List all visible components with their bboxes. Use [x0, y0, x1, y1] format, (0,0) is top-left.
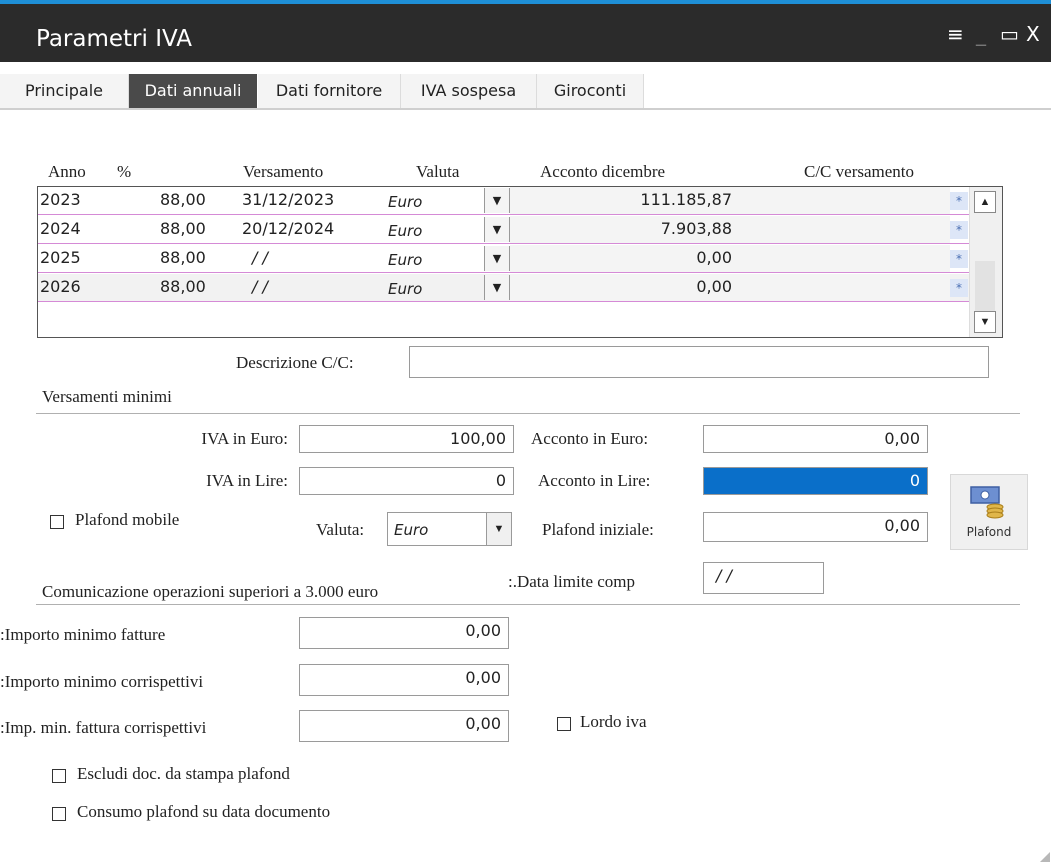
grid-scrollbar[interactable]: ▲ ▼	[969, 187, 1002, 337]
iva-lire-label: IVA in Lire:	[206, 471, 288, 490]
valuta-select[interactable]: Euro ▼	[387, 512, 512, 546]
menu-icon[interactable]: ≡	[947, 24, 964, 44]
col-header-valuta: Valuta	[416, 162, 460, 181]
importo-corrispettivi-input[interactable]: 0,00	[299, 664, 509, 696]
consumo-label: Consumo plafond su data documento	[77, 802, 331, 821]
tab-dati-fornitore[interactable]: Dati fornitore	[258, 74, 401, 108]
tab-iva-sospesa[interactable]: IVA sospesa	[401, 74, 537, 108]
acconto-euro-label: Acconto in Euro:	[531, 429, 649, 448]
chevron-down-icon[interactable]: ▼	[484, 246, 510, 271]
valuta-label: Valuta:	[316, 520, 365, 539]
col-header-acconto: Acconto dicembre	[540, 162, 666, 181]
cell-anno[interactable]: 2024	[40, 219, 81, 238]
tab-principale[interactable]: Principale	[0, 74, 129, 108]
imp-fattura-corr-input[interactable]: 0,00	[299, 710, 509, 742]
plafond-iniziale-label: Plafond iniziale:	[542, 520, 654, 539]
table-row[interactable]: 2025 88,00 / / Euro ▼ 0,00 *	[38, 245, 970, 273]
section-comunicazione: Comunicazione operazioni superiori a 3.0…	[42, 582, 379, 601]
lordo-iva-checkbox[interactable]	[557, 717, 571, 731]
window-titlebar[interactable]: Parametri IVA ≡ _ ▭ X	[0, 4, 1051, 62]
chevron-down-icon[interactable]: ▼	[484, 217, 510, 242]
importo-fatture-input[interactable]: 0,00	[299, 617, 509, 649]
imp-fattura-corr-label: Imp. min. fattura corrispettivi:	[0, 718, 207, 737]
cell-perc[interactable]: 88,00	[160, 277, 206, 296]
dati-annuali-panel: Anno % Versamento Valuta Acconto dicembr…	[0, 110, 1051, 865]
cell-versamento[interactable]: 20/12/2024	[242, 219, 334, 238]
scroll-down-icon[interactable]: ▼	[974, 311, 996, 333]
plafond-iniziale-input[interactable]: 0,00	[703, 512, 928, 542]
cell-versamento[interactable]: / /	[252, 277, 268, 296]
chevron-down-icon[interactable]: ▼	[484, 275, 510, 300]
cell-acconto[interactable]: 0,00	[510, 248, 732, 267]
zoom-icon[interactable]: *	[950, 221, 968, 239]
data-limite-input[interactable]: / /	[703, 562, 824, 594]
window-title: Parametri IVA	[36, 26, 192, 52]
maximize-icon[interactable]: ▭	[1000, 24, 1019, 44]
col-header-cc: C/C versamento	[804, 162, 915, 181]
cell-versamento[interactable]: 31/12/2023	[242, 190, 334, 209]
tab-dati-annuali[interactable]: Dati annuali	[129, 74, 257, 108]
cell-perc[interactable]: 88,00	[160, 248, 206, 267]
cell-versamento[interactable]: / /	[252, 248, 268, 267]
tab-bar: Principale Dati annuali Dati fornitore I…	[0, 62, 1051, 110]
lordo-iva-label: Lordo iva	[580, 712, 647, 731]
importo-fatture-label: Importo minimo fatture:	[0, 625, 166, 644]
cell-perc[interactable]: 88,00	[160, 190, 206, 209]
cell-valuta[interactable]: Euro	[388, 193, 422, 211]
table-row[interactable]: 2026 88,00 / / Euro ▼ 0,00 *	[38, 274, 970, 302]
valuta-value: Euro	[394, 521, 429, 539]
col-header-versamento: Versamento	[243, 162, 324, 181]
acconto-lire-label: Acconto in Lire:	[538, 471, 651, 490]
section-divider	[36, 413, 1020, 414]
col-header-perc: %	[117, 162, 132, 181]
annual-data-grid[interactable]: 2023 88,00 31/12/2023 Euro ▼ 111.185,87 …	[37, 186, 1003, 338]
cell-acconto[interactable]: 7.903,88	[510, 219, 732, 238]
scroll-thumb[interactable]	[975, 261, 995, 313]
plafond-button-label: Plafond	[966, 525, 1012, 539]
section-versamenti-minimi: Versamenti minimi	[42, 387, 172, 406]
minimize-icon[interactable]: _	[976, 24, 986, 44]
plafond-mobile-label: Plafond mobile	[75, 510, 180, 529]
zoom-icon[interactable]: *	[950, 192, 968, 210]
cell-acconto[interactable]: 111.185,87	[510, 190, 732, 209]
resize-grip-icon[interactable]	[1040, 852, 1050, 862]
acconto-euro-input[interactable]: 0,00	[703, 425, 928, 453]
escludi-checkbox[interactable]	[52, 769, 66, 783]
cell-anno[interactable]: 2026	[40, 277, 81, 296]
close-icon[interactable]: X	[1026, 24, 1040, 44]
section-divider	[36, 604, 1020, 605]
plafond-mobile-checkbox[interactable]	[50, 515, 64, 529]
acconto-lire-input[interactable]: 0	[703, 467, 928, 495]
iva-lire-input[interactable]: 0	[299, 467, 514, 495]
escludi-label: Escludi doc. da stampa plafond	[77, 764, 290, 783]
data-limite-label: Data limite comp.:	[508, 572, 636, 591]
chevron-down-icon[interactable]: ▼	[486, 513, 511, 545]
zoom-icon[interactable]: *	[950, 250, 968, 268]
table-row[interactable]: 2023 88,00 31/12/2023 Euro ▼ 111.185,87 …	[38, 187, 970, 215]
zoom-icon[interactable]: *	[950, 279, 968, 297]
banknote-coins-icon	[970, 486, 1004, 519]
chevron-down-icon[interactable]: ▼	[484, 188, 510, 213]
table-row[interactable]: 2024 88,00 20/12/2024 Euro ▼ 7.903,88 *	[38, 216, 970, 244]
consumo-checkbox[interactable]	[52, 807, 66, 821]
descrizione-cc-label: Descrizione C/C:	[236, 353, 354, 372]
scroll-up-icon[interactable]: ▲	[974, 191, 996, 213]
cell-valuta[interactable]: Euro	[388, 280, 422, 298]
cell-acconto[interactable]: 0,00	[510, 277, 732, 296]
cell-anno[interactable]: 2023	[40, 190, 81, 209]
cell-anno[interactable]: 2025	[40, 248, 81, 267]
importo-corrispettivi-label: Importo minimo corrispettivi:	[0, 672, 204, 691]
cell-perc[interactable]: 88,00	[160, 219, 206, 238]
descrizione-cc-input[interactable]	[409, 346, 989, 378]
tab-giroconti[interactable]: Giroconti	[537, 74, 644, 108]
plafond-button[interactable]: Plafond	[950, 474, 1028, 550]
cell-valuta[interactable]: Euro	[388, 222, 422, 240]
col-header-anno: Anno	[48, 162, 86, 181]
iva-euro-input[interactable]: 100,00	[299, 425, 514, 453]
iva-euro-label: IVA in Euro:	[201, 429, 288, 448]
cell-valuta[interactable]: Euro	[388, 251, 422, 269]
